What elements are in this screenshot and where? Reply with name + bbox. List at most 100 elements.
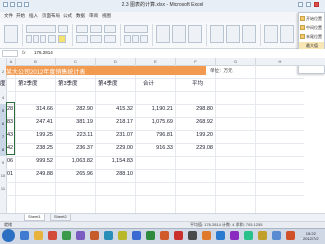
comma-icon[interactable]: [132, 35, 139, 43]
maximize-icon[interactable]: [306, 2, 311, 7]
format-cells-icon[interactable]: [242, 25, 256, 43]
table-cell[interactable]: 268.92: [175, 117, 213, 128]
system-clock[interactable]: 15:22 2012/7/2: [303, 231, 319, 241]
table-cell[interactable]: 1,063.82: [55, 156, 93, 167]
app-icon[interactable]: [76, 231, 85, 240]
app-icon[interactable]: [118, 231, 127, 240]
sort-filter-icon[interactable]: [280, 25, 294, 43]
table-cell[interactable]: 265.96: [55, 169, 93, 180]
table-format-icon[interactable]: [172, 25, 186, 43]
row-header[interactable]: 11: [0, 182, 6, 195]
tab-review[interactable]: 审阅: [89, 13, 98, 19]
table-header[interactable]: 平均: [192, 79, 203, 90]
table-cell[interactable]: 415.32: [95, 104, 133, 115]
wrap-text-icon[interactable]: [90, 35, 102, 43]
app-icon[interactable]: [230, 231, 239, 240]
app-icon[interactable]: [244, 231, 253, 240]
paste-icon[interactable]: [4, 25, 18, 43]
table-cell[interactable]: 796.81: [135, 130, 173, 141]
indent-icon[interactable]: [76, 35, 88, 43]
table-cell[interactable]: 314.66: [15, 104, 53, 115]
table-cell[interactable]: 238.25: [15, 143, 53, 154]
table-cell[interactable]: 231.07: [95, 130, 133, 141]
table-cell[interactable]: 1,190.21: [135, 104, 173, 115]
tab-insert[interactable]: 插入: [29, 13, 38, 19]
app-icon[interactable]: [272, 231, 281, 240]
align-left-icon[interactable]: [76, 25, 88, 33]
tab-page-layout[interactable]: 页面布局: [42, 13, 60, 19]
table-cell[interactable]: 218.17: [95, 117, 133, 128]
app-icon[interactable]: [188, 231, 197, 240]
decimal-icon[interactable]: [140, 35, 148, 43]
column-header[interactable]: A: [6, 58, 15, 65]
table-header[interactable]: 第2季度: [18, 79, 38, 90]
column-header[interactable]: G: [215, 58, 255, 65]
table-cell[interactable]: 06: [7, 156, 13, 167]
table-cell[interactable]: 229.00: [95, 143, 133, 154]
table-cell[interactable]: 298.80: [175, 104, 213, 115]
close-icon[interactable]: [314, 2, 319, 7]
sheet-tab-2[interactable]: Sheet2: [50, 214, 71, 221]
percent-icon[interactable]: [124, 35, 131, 43]
delete-cells-icon[interactable]: [226, 25, 240, 43]
table-cell[interactable]: 01: [7, 169, 13, 180]
minimize-icon[interactable]: [298, 2, 303, 7]
explorer-icon[interactable]: [34, 231, 43, 240]
table-cell[interactable]: [135, 156, 173, 167]
table-cell[interactable]: 1,154.83: [95, 156, 133, 167]
name-box[interactable]: [2, 50, 18, 57]
excel-icon[interactable]: [146, 231, 155, 240]
conditional-format-icon[interactable]: [156, 25, 170, 43]
table-header[interactable]: 合计: [143, 79, 154, 90]
app-icon[interactable]: [90, 231, 99, 240]
tab-formulas[interactable]: 公式: [63, 13, 72, 19]
menu-item-highlighted[interactable]: 最大值: [299, 42, 324, 49]
tab-data[interactable]: 数据: [76, 13, 85, 19]
fill-color-icon[interactable]: [58, 35, 66, 43]
autosum-icon[interactable]: [264, 25, 278, 43]
table-cell[interactable]: 199.20: [175, 130, 213, 141]
font-selector[interactable]: [26, 25, 56, 33]
align-center-icon[interactable]: [90, 25, 102, 33]
table-cell[interactable]: 229.08: [175, 143, 213, 154]
table-cell[interactable]: 223.11: [55, 130, 93, 141]
cell-selection[interactable]: [6, 102, 15, 155]
app-icon[interactable]: [62, 231, 71, 240]
table-cell[interactable]: 916.33: [135, 143, 173, 154]
powerpoint-icon[interactable]: [160, 231, 169, 240]
merge-icon[interactable]: [104, 35, 116, 43]
menu-item[interactable]: 中间位置: [306, 24, 324, 31]
table-cell[interactable]: [135, 169, 173, 180]
table-cell[interactable]: 999.52: [15, 156, 53, 167]
number-format-selector[interactable]: [124, 25, 148, 33]
column-header[interactable]: C: [55, 58, 95, 65]
table-cell[interactable]: 247.41: [15, 117, 53, 128]
ie-icon[interactable]: [20, 231, 29, 240]
column-header[interactable]: B: [15, 58, 55, 65]
app-icon[interactable]: [258, 231, 267, 240]
row-header[interactable]: 10: [0, 169, 6, 182]
app-icon[interactable]: [286, 231, 295, 240]
excel-icon[interactable]: [3, 2, 8, 7]
table-header[interactable]: 度: [0, 79, 6, 90]
app-icon[interactable]: [174, 231, 183, 240]
table-cell[interactable]: 199.25: [15, 130, 53, 141]
bold-icon[interactable]: [26, 35, 32, 43]
italic-icon[interactable]: [33, 35, 39, 43]
column-header[interactable]: H: [255, 58, 304, 65]
sheet-tab-1[interactable]: Sheet1: [24, 214, 45, 221]
font-size-selector[interactable]: [58, 25, 68, 33]
redo-icon[interactable]: [24, 2, 29, 7]
align-right-icon[interactable]: [104, 25, 116, 33]
table-cell[interactable]: 282.90: [55, 104, 93, 115]
table-header[interactable]: 第4季度: [98, 79, 118, 90]
column-header[interactable]: D: [95, 58, 135, 65]
row-header[interactable]: 9: [0, 156, 6, 169]
formula-input[interactable]: 176.2814: [34, 50, 53, 55]
insert-cells-icon[interactable]: [210, 25, 224, 43]
fx-icon[interactable]: fx: [22, 50, 26, 55]
table-cell[interactable]: 236.37: [55, 143, 93, 154]
tab-file[interactable]: 文件: [4, 13, 13, 19]
table-header[interactable]: 第3季度: [58, 79, 78, 90]
column-header[interactable]: F: [175, 58, 215, 65]
